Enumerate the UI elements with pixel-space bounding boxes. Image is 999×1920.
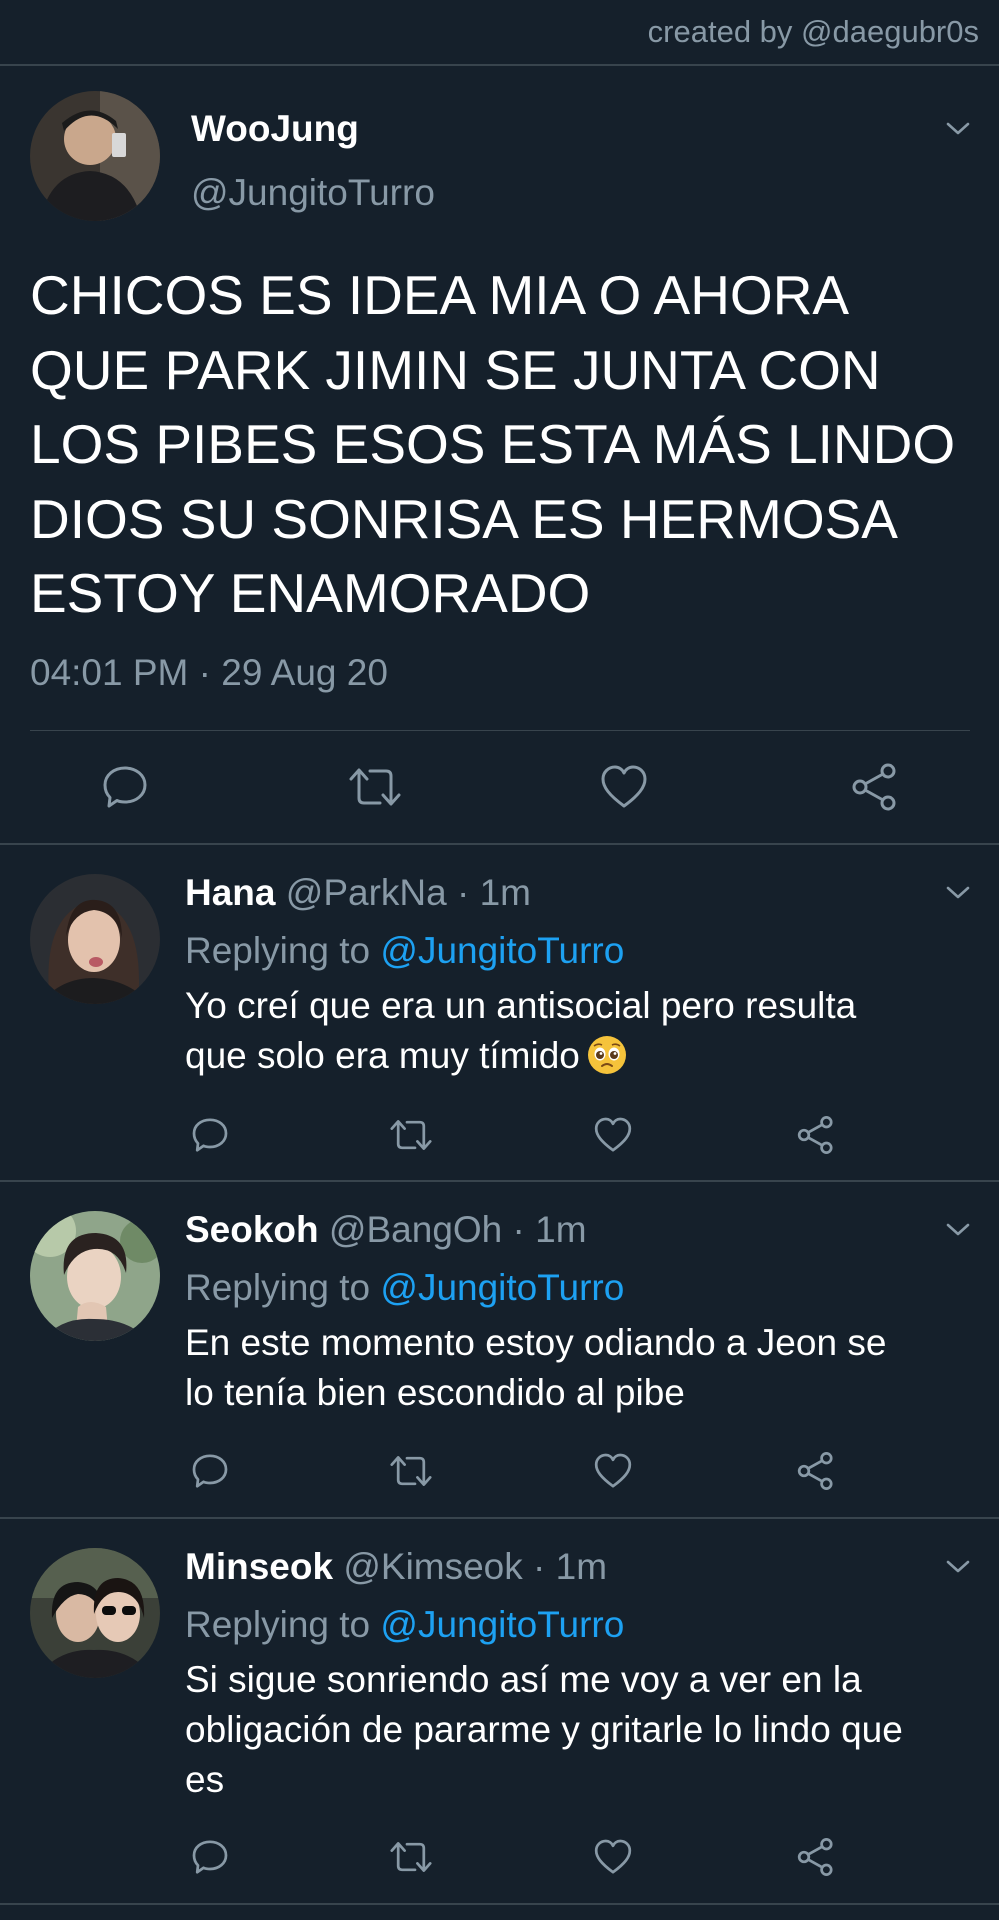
like-icon[interactable] <box>593 1451 633 1491</box>
credit-text: created by @daegubr0s <box>647 14 979 49</box>
replying-prefix: Replying to <box>185 930 381 971</box>
replying-to: Replying to @JungitoTurro <box>185 1267 624 1309</box>
reply-author-name[interactable]: Seokoh <box>185 1209 319 1250</box>
divider <box>0 1903 999 1905</box>
like-icon[interactable] <box>593 1837 633 1877</box>
reply-text: Si sigue sonriendo así me voy a ver en l… <box>185 1659 903 1800</box>
replying-prefix: Replying to <box>185 1267 381 1308</box>
share-icon[interactable] <box>850 762 900 812</box>
reply-icon[interactable] <box>100 762 150 812</box>
retweet-icon[interactable] <box>347 762 403 812</box>
share-icon[interactable] <box>796 1837 836 1877</box>
reply-author-meta: @BangOh · 1m <box>328 1209 587 1250</box>
avatar[interactable] <box>30 1548 160 1678</box>
chevron-down-icon[interactable] <box>943 114 973 144</box>
divider <box>0 843 999 845</box>
replying-prefix: Replying to <box>185 1604 381 1645</box>
reply-author-name[interactable]: Hana <box>185 872 275 913</box>
divider <box>0 1180 999 1182</box>
author-handle[interactable]: @JungitoTurro <box>191 172 435 214</box>
divider <box>0 64 999 66</box>
share-icon[interactable] <box>796 1451 836 1491</box>
reply-text: En este momento estoy odiando a Jeon se … <box>185 1322 887 1413</box>
mention-link[interactable]: @JungitoTurro <box>380 1267 624 1308</box>
avatar[interactable] <box>30 1211 160 1341</box>
reply-author-name[interactable]: Minseok <box>185 1546 333 1587</box>
tweet-timestamp: 04:01 PM · 29 Aug 20 <box>30 652 388 693</box>
retweet-icon[interactable] <box>388 1115 434 1155</box>
pleading-face-emoji <box>586 1034 628 1076</box>
chevron-down-icon[interactable] <box>943 1552 973 1582</box>
replying-to: Replying to @JungitoTurro <box>185 1604 624 1646</box>
like-icon[interactable] <box>599 762 649 812</box>
like-icon[interactable] <box>593 1115 633 1155</box>
retweet-icon[interactable] <box>388 1837 434 1877</box>
chevron-down-icon[interactable] <box>943 1215 973 1245</box>
author-name[interactable]: WooJung <box>191 108 359 150</box>
reply-icon[interactable] <box>190 1115 230 1155</box>
chevron-down-icon[interactable] <box>943 878 973 908</box>
mention-link[interactable]: @JungitoTurro <box>380 1604 624 1645</box>
retweet-icon[interactable] <box>388 1451 434 1491</box>
reply-text-content: Yo creí que era un antisocial pero resul… <box>185 985 857 1076</box>
avatar[interactable] <box>30 91 160 221</box>
replying-to: Replying to @JungitoTurro <box>185 930 624 972</box>
tweet-text: CHICOS ES IDEA MIA O AHORA QUE PARK JIMI… <box>30 264 956 624</box>
reply-author-meta: @ParkNa · 1m <box>285 872 531 913</box>
avatar[interactable] <box>30 874 160 1004</box>
reply-author-meta: @Kimseok · 1m <box>343 1546 608 1587</box>
mention-link[interactable]: @JungitoTurro <box>380 930 624 971</box>
reply-icon[interactable] <box>190 1451 230 1491</box>
reply-text: Yo creí que era un antisocial pero resul… <box>185 981 975 1081</box>
divider <box>30 730 970 731</box>
share-icon[interactable] <box>796 1115 836 1155</box>
reply-icon[interactable] <box>190 1837 230 1877</box>
divider <box>0 1517 999 1519</box>
